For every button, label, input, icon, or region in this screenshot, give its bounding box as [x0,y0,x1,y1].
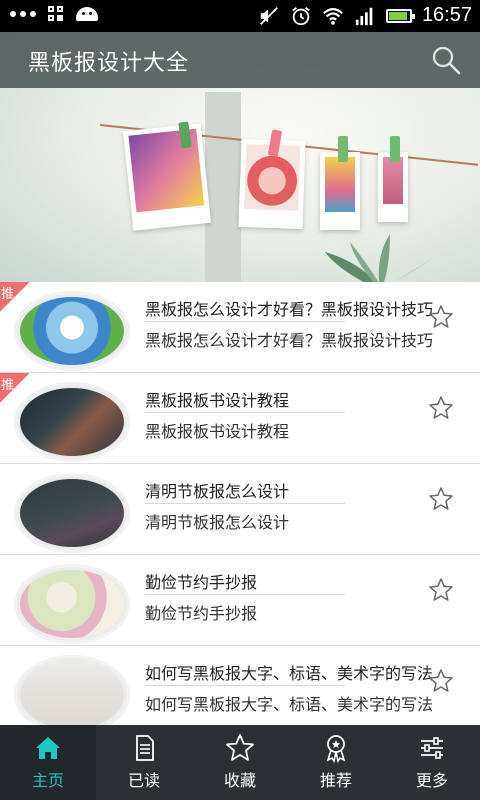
recommend-badge: 推 [0,282,42,324]
favorite-star-icon[interactable] [428,304,454,330]
app-grid-icon [48,6,64,22]
page-title: 黑板报设计大全 [28,51,190,76]
list-item[interactable]: 勤俭节约手抄报 勤俭节约手抄报 [0,555,480,646]
favorite-star-icon[interactable] [428,486,454,512]
favorite-star-icon[interactable] [428,577,454,603]
tab-label: 已读 [127,771,160,790]
list-item[interactable]: 推 黑板报怎么设计才好看？黑板报设计技巧 黑板报怎么设计才好看？黑板报设计技巧 [0,282,480,373]
item-desc: 黑板报怎么设计才好看？黑板报设计技巧 [145,331,434,350]
item-desc: 黑板报板书设计教程 [145,422,290,441]
alarm-icon [292,6,310,25]
recommend-badge: 推 [0,373,42,415]
plant-decoration [325,234,435,282]
tab-read[interactable]: 已读 [96,725,192,800]
battery-icon [385,8,415,23]
thumbnail [14,655,130,725]
bottom-nav: 主页 已读 收藏 推荐 更多 [0,725,480,800]
android-icon [76,7,98,21]
favorite-star-icon[interactable] [428,668,454,694]
document-icon [136,735,154,761]
tab-favorites[interactable]: 收藏 [192,725,288,800]
tab-label: 推荐 [319,771,352,790]
wifi-icon [323,7,343,25]
tab-label: 主页 [31,771,64,790]
thumbnail [14,564,130,644]
search-icon[interactable] [430,44,462,76]
sliders-icon [421,737,443,759]
more-notifications-icon [10,11,36,17]
tab-more[interactable]: 更多 [384,725,480,800]
tab-home[interactable]: 主页 [0,725,96,800]
tab-label: 收藏 [223,771,256,790]
tab-label: 更多 [415,771,448,790]
item-desc: 如何写黑板报大字、标语、美术字的写法 [145,695,434,714]
list-item[interactable]: 推 黑板报板书设计教程 黑板报板书设计教程 [0,373,480,464]
status-time: 16:57 [421,4,472,26]
status-bar: 16:57 [0,0,480,32]
app-bar: 黑板报设计大全 [0,32,480,88]
list-item[interactable]: 如何写黑板报大字、标语、美术字的写法 如何写黑板报大字、标语、美术字的写法 [0,646,480,725]
thumbnail [14,473,130,553]
home-icon [36,737,60,759]
signal-icon [355,7,373,25]
item-desc: 清明节板报怎么设计 [145,513,290,532]
article-list: 推 黑板报怎么设计才好看？黑板报设计技巧 黑板报怎么设计才好看？黑板报设计技巧 … [0,282,480,725]
badge-icon [326,735,346,763]
mute-icon [260,6,278,25]
star-icon [226,734,254,761]
favorite-star-icon[interactable] [428,395,454,421]
list-item[interactable]: 清明节板报怎么设计 清明节板报怎么设计 [0,464,480,555]
item-desc: 勤俭节约手抄报 [145,604,258,623]
tab-recommend[interactable]: 推荐 [288,725,384,800]
